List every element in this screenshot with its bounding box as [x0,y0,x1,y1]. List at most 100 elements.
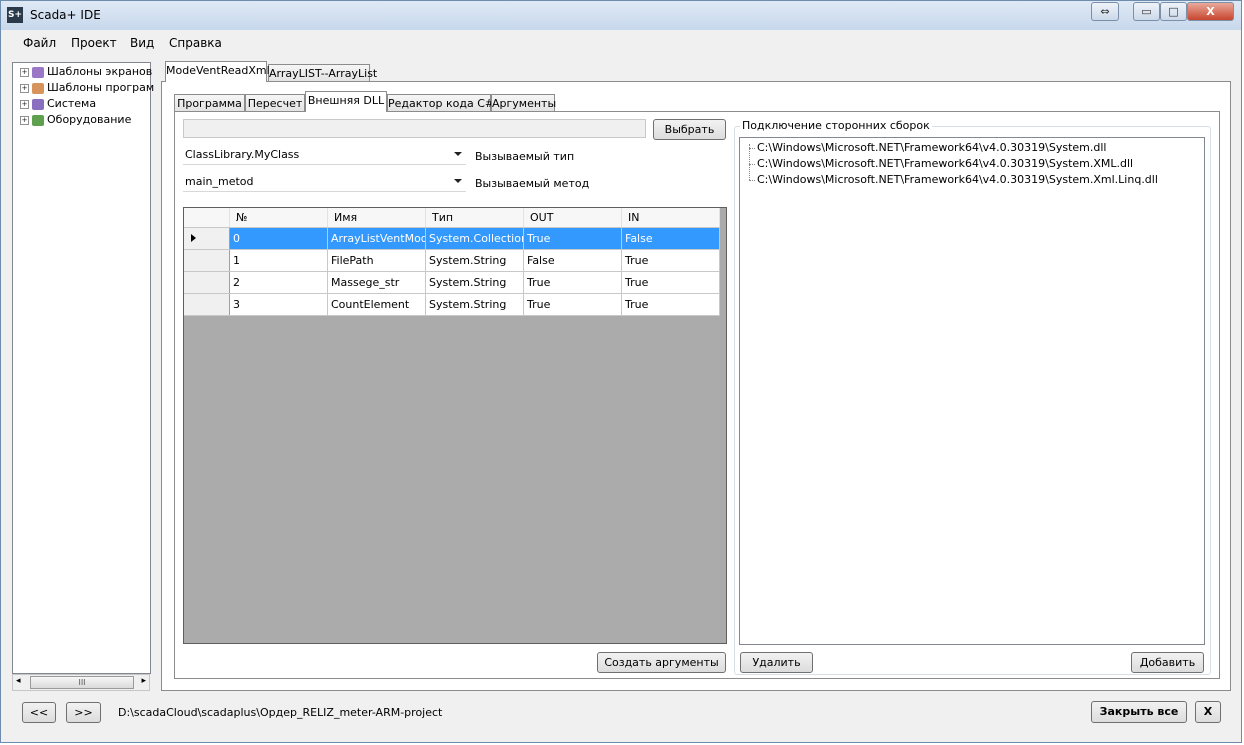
chevron-down-icon[interactable] [454,179,462,183]
add-assembly-button[interactable]: Добавить [1131,652,1204,673]
tree-line [749,144,750,180]
cell-out[interactable]: True [523,227,622,250]
program-template-icon [32,82,44,94]
cell-type[interactable]: System.String [425,249,524,272]
screen-template-icon [32,66,44,78]
cell-in[interactable]: True [621,293,720,316]
assembly-item[interactable]: C:\Windows\Microsoft.NET\Framework64\v4.… [757,141,1106,154]
close-all-button[interactable]: Закрыть все [1091,701,1187,723]
delete-assembly-button[interactable]: Удалить [740,652,813,673]
called-type-value: ClassLibrary.MyClass [185,148,300,161]
project-path: D:\scadaCloud\scadaplus\Ордер_RELIZ_mete… [118,706,443,719]
tree-line [749,180,755,181]
row-pointer-icon [191,234,196,242]
back-button[interactable]: << [22,702,56,723]
tab-program[interactable]: Программа [174,94,245,112]
cell-out[interactable]: True [523,271,622,294]
arguments-table: № Имя Тип OUT IN 0ArrayListVentMod...Sys… [184,208,720,316]
tree-item-program-templates[interactable]: + Шаблоны програм [20,80,154,96]
expand-icon[interactable]: + [20,115,29,125]
row-header-cell[interactable] [184,293,230,316]
arguments-grid[interactable]: № Имя Тип OUT IN 0ArrayListVentMod...Sys… [183,207,727,644]
cell-name[interactable]: FilePath [327,249,426,272]
cell-number[interactable]: 0 [229,227,328,250]
expand-icon[interactable]: + [20,99,29,109]
tree-item-label: Шаблоны програм [47,81,155,94]
row-header-cell[interactable] [184,271,230,294]
system-icon [32,98,44,110]
cell-in[interactable]: False [621,227,720,250]
tab-csharp-editor[interactable]: Редактор кода C# [387,94,494,112]
close-icon[interactable]: X [1195,701,1221,723]
expand-icon[interactable]: + [20,83,29,93]
cell-out[interactable]: False [523,249,622,272]
assembly-item[interactable]: C:\Windows\Microsoft.NET\Framework64\v4.… [757,157,1133,170]
cell-name[interactable]: CountElement [327,293,426,316]
column-header-name[interactable]: Имя [327,208,426,228]
tree-item-label: Система [47,97,97,110]
create-arguments-button[interactable]: Создать аргументы [597,652,726,673]
minimize-button[interactable]: ▭ [1133,2,1160,21]
maximize-button[interactable]: □ [1160,2,1187,21]
forward-button[interactable]: >> [66,702,101,723]
menu-project[interactable]: Проект [71,36,117,50]
menu-bar: Файл Проект Вид Справка [1,30,1241,56]
app-window: S+ Scada+ IDE ⇔ ▭ □ X Файл Проект Вид Сп… [0,0,1242,743]
tree-item-label: Шаблоны экранов [47,65,153,78]
tree-item-screen-templates[interactable]: + Шаблоны экранов [20,64,152,80]
cell-out[interactable]: True [523,293,622,316]
choose-dll-button[interactable]: Выбрать [653,119,726,140]
row-header-cell[interactable] [184,227,230,250]
cell-in[interactable]: True [621,249,720,272]
called-method-select[interactable]: main_metod [183,172,466,192]
cell-name[interactable]: Massege_str [327,271,426,294]
assembly-item[interactable]: C:\Windows\Microsoft.NET\Framework64\v4.… [757,173,1158,186]
cell-name[interactable]: ArrayListVentMod... [327,227,426,250]
cell-type[interactable]: System.Collection... [425,227,524,250]
table-row[interactable]: 1 FilePath System.String False True [184,249,720,272]
doc-tab-modeventreadxml[interactable]: ModeVentReadXml [165,61,270,82]
cell-in[interactable]: True [621,271,720,294]
dll-path-input[interactable] [183,119,646,138]
table-row[interactable]: 2 Massege_str System.String True True [184,271,720,294]
scroll-right-icon[interactable]: ▸ [141,676,146,686]
table-row[interactable]: 0ArrayListVentMod...System.Collection...… [184,227,720,250]
menu-view[interactable]: Вид [130,36,154,50]
cell-type[interactable]: System.String [425,271,524,294]
called-type-label: Вызываемый тип [475,150,575,163]
cell-number[interactable]: 3 [229,293,328,316]
called-type-select[interactable]: ClassLibrary.MyClass [183,145,466,165]
cell-type[interactable]: System.String [425,293,524,316]
tab-arguments[interactable]: Аргументы [491,94,556,112]
cell-number[interactable]: 1 [229,249,328,272]
tree-line [749,148,755,149]
tab-external-dll[interactable]: Внешняя DLL [305,91,387,112]
chevron-down-icon[interactable] [454,152,462,156]
close-window-button[interactable]: X [1187,2,1234,21]
column-header-out[interactable]: OUT [523,208,622,228]
column-header-type[interactable]: Тип [425,208,524,228]
tree-horizontal-scrollbar[interactable]: ◂ III ▸ [12,674,150,691]
menu-file[interactable]: Файл [23,36,56,50]
column-header-in[interactable]: IN [621,208,720,228]
menu-help[interactable]: Справка [169,36,222,50]
tab-recalc[interactable]: Пересчет [245,94,305,112]
column-header-number[interactable]: № [229,208,328,228]
doc-tab-arraylist[interactable]: ArrayLIST--ArrayList [268,64,377,82]
window-title: Scada+ IDE [30,8,101,22]
assemblies-tree[interactable]: C:\Windows\Microsoft.NET\Framework64\v4.… [739,137,1205,645]
grid-corner-cell [184,208,230,228]
row-header-cell[interactable] [184,249,230,272]
cell-number[interactable]: 2 [229,271,328,294]
tree-item-system[interactable]: + Система [20,96,96,112]
title-bar: S+ Scada+ IDE ⇔ ▭ □ X [1,1,1241,31]
expand-icon[interactable]: + [20,67,29,77]
restore-layout-button[interactable]: ⇔ [1091,2,1119,21]
scroll-thumb[interactable]: III [30,676,134,689]
tree-item-equipment[interactable]: + Оборудование [20,112,131,128]
app-logo-icon: S+ [7,7,23,23]
scroll-left-icon[interactable]: ◂ [16,676,21,686]
project-tree[interactable]: + Шаблоны экранов + Шаблоны програм + Систе… [12,62,154,674]
assemblies-title: Подключение сторонних сборок [740,119,932,132]
table-row[interactable]: 3 CountElement System.String True True [184,293,720,316]
